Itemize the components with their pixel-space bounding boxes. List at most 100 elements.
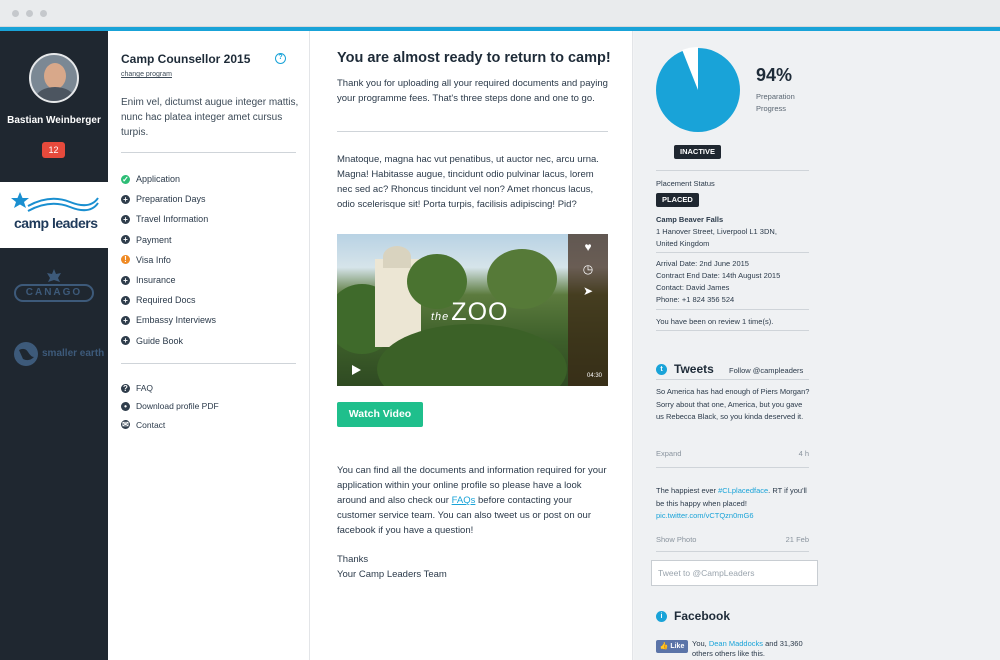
avatar[interactable] (29, 53, 79, 103)
intro-paragraph: Thank you for uploading all your require… (337, 78, 608, 104)
steps-list: ✓ Application + Preparation Days + Travel I… (121, 169, 301, 351)
progress-label-line1: Preparation (756, 92, 795, 101)
camp-address-2: United Kingdom (656, 239, 710, 248)
step-travel-information[interactable]: + Travel Information (121, 209, 301, 229)
placement-status-label: Placement Status (656, 179, 715, 188)
body-paragraph: Mnatoque, magna hac vut penatibus, ut au… (337, 154, 599, 210)
status-panel: 94% Preparation Progress INACTIVE Placeme… (634, 31, 1000, 660)
send-icon[interactable]: ➤ (581, 284, 595, 298)
change-program-link[interactable]: change program (121, 71, 172, 78)
hashtag-link[interactable]: #CLplacedface (718, 486, 768, 495)
plus-icon: + (121, 194, 130, 204)
link-contact[interactable]: ✉ Contact (121, 416, 219, 434)
twitter-icon: t (656, 363, 667, 375)
step-guide-book[interactable]: + Guide Book (121, 331, 301, 351)
tweet-time: 4 h (798, 449, 809, 458)
page-title: You are almost ready to return to camp! (337, 50, 611, 66)
pic-link[interactable]: pic.twitter.com/vCTQzn0mG6 (656, 511, 754, 520)
step-label: Guide Book (136, 335, 184, 346)
progress-label: Preparation Progress (756, 91, 795, 115)
camp-name: Camp Beaver Falls (656, 215, 724, 224)
progress-label-line2: Progress (756, 104, 787, 113)
brand-smaller-earth[interactable]: smaller earth (0, 327, 108, 393)
heart-icon[interactable]: ♥ (581, 240, 595, 254)
tweet-text: So America has had enough of Piers Morga… (656, 387, 810, 421)
divider (121, 152, 296, 153)
brand-camp-leaders[interactable]: camp leaders (0, 182, 108, 248)
step-label: Required Docs (136, 295, 196, 306)
step-label: Payment (136, 234, 172, 245)
video-duration: 04:30 (586, 373, 602, 379)
step-required-docs[interactable]: + Required Docs (121, 290, 301, 310)
step-payment[interactable]: + Payment (121, 230, 301, 250)
signature-team: Your Camp Leaders Team (337, 569, 447, 580)
show-photo-link[interactable]: Show Photo (656, 535, 696, 544)
step-label: Visa Info (136, 254, 171, 265)
video-player[interactable]: theZOO ♥ ◷ ➤ 04:30 (337, 234, 608, 386)
plus-icon: + (121, 275, 130, 285)
divider (656, 252, 809, 253)
expand-link[interactable]: Expand (656, 449, 681, 458)
step-visa-info[interactable]: ! Visa Info (121, 250, 301, 270)
facebook-like-button[interactable]: 👍 Like (656, 640, 688, 653)
faqs-link[interactable]: FAQs (452, 495, 476, 506)
step-embassy-interviews[interactable]: + Embassy Interviews (121, 310, 301, 330)
avatar-face (44, 63, 66, 89)
step-preparation-days[interactable]: + Preparation Days (121, 189, 301, 209)
tweet-meta: Expand 4 h (656, 449, 809, 458)
video-side-controls: ♥ ◷ ➤ (568, 234, 608, 386)
contact-name: Contact: David James (656, 283, 730, 292)
progress-percent: 94% (756, 65, 793, 85)
user-icon: • (121, 401, 130, 411)
link-label: Contact (136, 419, 166, 430)
plus-icon: + (121, 295, 130, 305)
left-rail: Bastian Weinberger 12 camp leaders CANAG… (0, 31, 108, 660)
link-label: FAQ (136, 383, 154, 394)
inactive-badge: INACTIVE (674, 145, 722, 159)
tweet-input[interactable]: Tweet to @CampLeaders (651, 560, 818, 586)
watch-video-button[interactable]: Watch Video (337, 402, 423, 427)
tweets-title: Tweets (674, 362, 714, 376)
link-download-pdf[interactable]: • Download profile PDF (121, 397, 219, 415)
window-minimize-dot[interactable] (26, 10, 33, 17)
placed-badge: PLACED (656, 193, 699, 207)
step-label: Travel Information (136, 214, 209, 225)
like-label: Like (670, 643, 685, 650)
user-name[interactable]: Bastian Weinberger (0, 115, 108, 126)
avatar-shoulders (36, 87, 74, 101)
notification-badge[interactable]: 12 (42, 142, 65, 158)
facebook-header: i Facebook (656, 609, 730, 623)
tweets-header: t Tweets (656, 362, 714, 376)
step-label: Insurance (136, 275, 176, 286)
link-faq[interactable]: ? FAQ (121, 379, 219, 397)
divider (656, 309, 809, 310)
divider (656, 170, 809, 171)
clock-icon[interactable]: ◷ (581, 262, 595, 276)
divider (121, 363, 296, 364)
brand-smaller-earth-label: smaller earth (42, 348, 105, 359)
follow-link[interactable]: Follow @campleaders (729, 366, 803, 375)
window-maximize-dot[interactable] (40, 10, 47, 17)
plus-icon: + (121, 235, 130, 245)
help-icon[interactable]: ? (275, 53, 286, 64)
video-dome (383, 246, 411, 268)
video-title-main: ZOO (451, 298, 509, 326)
plus-icon: + (121, 214, 130, 224)
mail-icon: ✉ (121, 420, 130, 430)
program-title: Camp Counsellor 2015 (121, 52, 251, 66)
plus-icon: + (121, 315, 130, 325)
tweet-meta: Show Photo 21 Feb (656, 535, 809, 544)
window-close-dot[interactable] (12, 10, 19, 17)
step-application[interactable]: ✓ Application (121, 169, 301, 189)
signature-thanks: Thanks (337, 554, 369, 565)
alert-icon: ! (121, 255, 130, 265)
video-title: theZOO (431, 298, 508, 327)
contact-phone: Phone: +1 824 356 524 (656, 295, 735, 304)
liker-name-link[interactable]: Dean Maddocks (709, 639, 763, 648)
step-insurance[interactable]: + Insurance (121, 270, 301, 290)
brand-canago[interactable]: CANAGO (0, 257, 108, 323)
link-label: Download profile PDF (136, 401, 219, 412)
maple-leaf-icon (47, 269, 61, 282)
main-content: You are almost ready to return to camp! … (310, 31, 633, 660)
play-icon[interactable] (352, 365, 361, 375)
